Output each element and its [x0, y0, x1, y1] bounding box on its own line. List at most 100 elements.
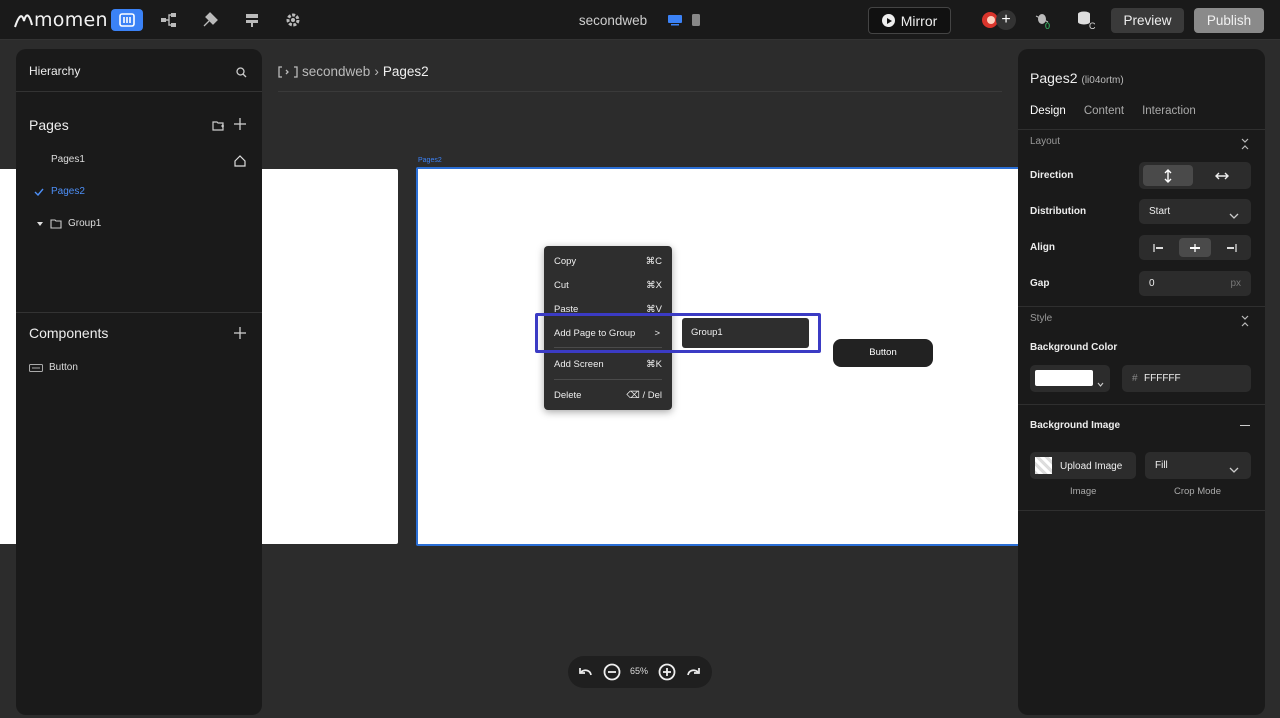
undo-icon[interactable]	[578, 665, 594, 684]
bg-color-label: Background Color	[1030, 342, 1118, 353]
hierarchy-title: Hierarchy	[29, 64, 81, 78]
menu-item-delete[interactable]: Delete ⌫ / Del	[554, 390, 662, 401]
chevron-down-icon	[1229, 206, 1239, 224]
upload-image-button[interactable]: Upload Image	[1030, 452, 1136, 479]
publish-button[interactable]: Publish	[1194, 8, 1264, 33]
upload-image-label: Upload Image	[1060, 461, 1123, 472]
desktop-device-icon[interactable]	[667, 13, 683, 32]
canvas-button-component[interactable]: Button	[833, 339, 933, 367]
distribution-value: Start	[1149, 206, 1171, 217]
direction-label: Direction	[1030, 170, 1074, 181]
align-label: Align	[1030, 242, 1055, 253]
page-item-pages2[interactable]: Pages2	[34, 186, 85, 197]
direction-horizontal-icon[interactable]	[1197, 165, 1247, 186]
menu-item-label: Delete	[554, 390, 582, 401]
inspector-page-id: (li04ortm)	[1081, 75, 1124, 86]
add-folder-icon[interactable]	[212, 119, 225, 137]
section-divider	[1018, 306, 1265, 307]
inspector-title: Pages2 (li04ortm)	[1030, 70, 1124, 86]
actionflow-icon[interactable]	[199, 9, 221, 31]
component-label: Button	[49, 362, 78, 373]
api-icon[interactable]	[241, 9, 263, 31]
gap-unit: px	[1230, 278, 1241, 289]
hex-value: FFFFFF	[1144, 373, 1181, 384]
tab-interaction[interactable]: Interaction	[1142, 105, 1196, 117]
crop-mode-select[interactable]: Fill	[1145, 452, 1251, 479]
preview-button[interactable]: Preview	[1111, 8, 1184, 33]
distribution-select[interactable]: Start	[1139, 199, 1251, 224]
svg-text:C: C	[1089, 21, 1096, 30]
collapse-style-icon[interactable]	[1240, 314, 1250, 332]
home-icon[interactable]	[234, 154, 246, 172]
hierarchy-header: Hierarchy	[16, 49, 262, 92]
align-center-icon[interactable]	[1179, 238, 1211, 257]
highlight-annotation-box	[535, 313, 821, 353]
zoom-level: 65%	[630, 666, 649, 676]
breadcrumb-current: Pages2	[382, 64, 429, 79]
align-right-icon[interactable]	[1215, 238, 1247, 257]
crop-mode-caption: Crop Mode	[1174, 486, 1221, 497]
page-item-pages1[interactable]: Pages1	[51, 154, 85, 165]
database-icon[interactable]: C	[1075, 9, 1097, 31]
zoom-out-icon[interactable]	[603, 663, 621, 686]
settings-gear-icon[interactable]	[282, 9, 304, 31]
menu-item-shortcut: ⌘C	[645, 256, 662, 267]
caret-down-icon[interactable]	[36, 220, 44, 228]
section-divider	[1018, 404, 1265, 405]
gap-input[interactable]: 0 px	[1139, 271, 1251, 296]
momen-logo[interactable]: momen	[14, 8, 108, 32]
mobile-device-icon[interactable]	[691, 13, 701, 32]
pages-section-title: Pages	[29, 117, 69, 133]
tab-content[interactable]: Content	[1084, 105, 1124, 117]
mirror-button[interactable]: Mirror	[868, 7, 951, 34]
distribution-label: Distribution	[1030, 206, 1087, 217]
image-placeholder-icon	[1035, 457, 1052, 474]
top-bar: momen secondweb Mirror + 0 C Preview Pub…	[0, 0, 1280, 40]
tab-divider	[1018, 129, 1265, 130]
layout-section-title: Layout	[1030, 136, 1061, 147]
hex-hash: #	[1132, 373, 1138, 384]
menu-item-label: Add Screen	[554, 359, 604, 370]
align-left-icon[interactable]	[1143, 238, 1175, 257]
menu-item-copy[interactable]: Copy ⌘C	[554, 256, 662, 267]
data-model-icon[interactable]	[158, 9, 180, 31]
group-label: Group1	[68, 218, 102, 229]
page-label: Pages1	[51, 154, 85, 165]
add-collaborator-button[interactable]: +	[996, 10, 1016, 30]
gap-value: 0	[1149, 278, 1155, 289]
direction-toggle	[1139, 162, 1251, 189]
add-component-plus-icon[interactable]	[234, 326, 246, 344]
search-icon[interactable]	[236, 65, 247, 83]
redo-icon[interactable]	[685, 665, 701, 684]
tab-design[interactable]: Design	[1030, 105, 1066, 117]
debug-bug-icon[interactable]: 0	[1033, 9, 1055, 31]
bg-color-swatch-picker[interactable]	[1030, 365, 1110, 392]
menu-item-shortcut: ⌫ / Del	[626, 390, 662, 401]
component-item-button[interactable]: Button	[29, 362, 78, 373]
canvas-page-pages2[interactable]	[416, 167, 1026, 546]
menu-item-label: Copy	[554, 256, 577, 267]
pages-panel-icon[interactable]	[111, 9, 143, 31]
canvas-page-label: Pages2	[418, 157, 442, 164]
breadcrumb-root[interactable]: secondweb	[302, 64, 370, 79]
zoom-in-icon[interactable]	[658, 663, 676, 686]
menu-item-add-screen[interactable]: Add Screen ⌘K	[554, 359, 662, 370]
bg-image-label: Background Image	[1030, 420, 1121, 431]
zoom-toolbar: 65%	[568, 656, 712, 688]
project-name: secondweb	[578, 13, 648, 28]
check-icon	[34, 188, 44, 196]
page-item-group1[interactable]: Group1	[36, 218, 101, 229]
menu-item-shortcut: ⌘X	[646, 280, 662, 291]
direction-vertical-icon[interactable]	[1143, 165, 1193, 186]
add-page-plus-icon[interactable]	[234, 117, 246, 131]
gap-label: Gap	[1030, 278, 1050, 289]
menu-item-cut[interactable]: Cut ⌘X	[554, 280, 662, 291]
inspector-panel: Pages2 (li04ortm) Design Content Interact…	[1018, 49, 1265, 715]
collapse-layout-icon[interactable]	[1240, 137, 1250, 155]
collapse-bg-image-icon[interactable]	[1240, 425, 1250, 426]
menu-item-shortcut: ⌘K	[646, 359, 662, 370]
brand-name: momen	[34, 9, 108, 31]
inspector-page-name: Pages2	[1030, 70, 1078, 86]
menu-divider	[554, 379, 662, 380]
bg-color-hex-input[interactable]: # FFFFFF	[1122, 365, 1251, 392]
